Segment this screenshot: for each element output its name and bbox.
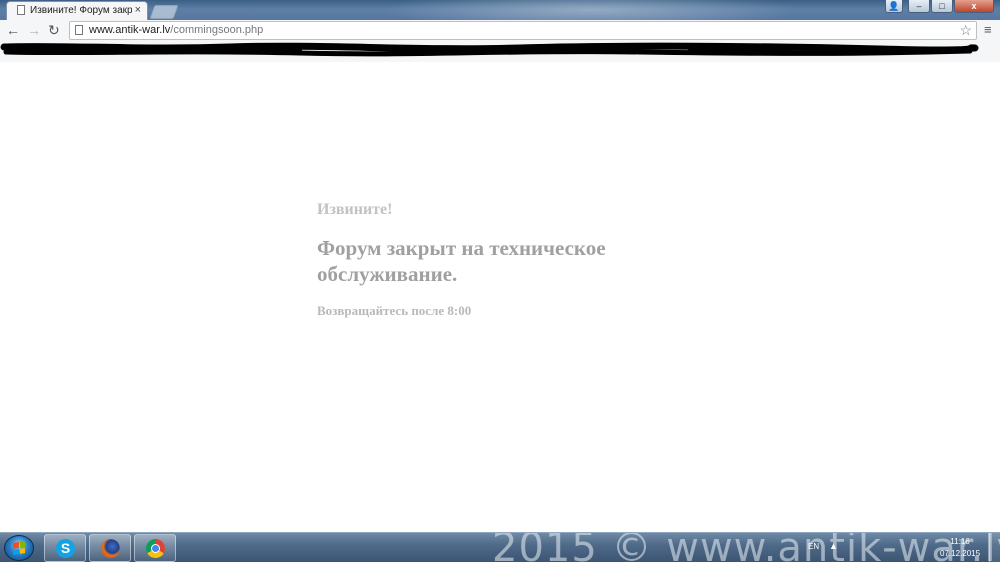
return-time-message: Возвращайтесь после 8:00 — [317, 303, 472, 318]
page-icon — [75, 25, 83, 35]
window-controls: 👤 – □ x — [885, 0, 994, 14]
address-bar[interactable]: www.antik-war.lv/commingsoon.php ☆ — [69, 21, 977, 40]
maintenance-message: Извините! Форум закрыт на техническое об… — [317, 201, 657, 319]
browser-toolbar: ← → ↻ www.antik-war.lv/commingsoon.php ☆… — [0, 20, 1000, 42]
page-icon — [17, 5, 25, 15]
clock-date: 07.12.2015 — [940, 549, 981, 558]
taskbar-app-firefox[interactable] — [89, 534, 131, 562]
chrome-icon — [146, 539, 165, 558]
show-hidden-icons-icon[interactable]: ▲ — [829, 541, 838, 551]
bookmarks-bar — [0, 42, 1000, 63]
url-host: www.antik-war.lv — [89, 24, 171, 36]
firefox-icon — [101, 539, 120, 558]
taskbar-app-chrome[interactable] — [134, 534, 176, 562]
taskbar: S 2015 © www.antik-war.lv EN ▲ 11:16 07.… — [0, 532, 1000, 562]
language-indicator[interactable]: EN — [808, 542, 819, 551]
new-tab-button[interactable] — [149, 5, 179, 19]
minimize-button[interactable]: – — [908, 0, 930, 13]
reload-button[interactable]: ↻ — [48, 23, 60, 37]
browser-title-bar: Извините! Форум закрыт × 👤 – □ x — [0, 0, 1000, 20]
windows-logo-icon — [13, 541, 25, 555]
tab-title: Извините! Форум закрыт — [30, 5, 132, 16]
tab-close-icon[interactable]: × — [135, 4, 141, 16]
clock-time: 11:16 — [950, 537, 970, 546]
system-clock[interactable]: 11:16 07.12.2015 — [940, 536, 980, 560]
bookmark-star-icon[interactable]: ☆ — [959, 22, 972, 39]
user-profile-button[interactable]: 👤 — [885, 0, 903, 13]
forum-closed-headline: Форум закрыт на техническое обслуживание… — [317, 236, 606, 286]
forward-button[interactable]: → — [27, 23, 41, 37]
active-tab[interactable]: Извините! Форум закрыт × — [6, 1, 148, 20]
redaction-scribble — [0, 42, 979, 57]
skype-icon: S — [56, 539, 75, 558]
sorry-heading: Извините! — [317, 201, 393, 218]
browser-menu-icon[interactable]: ≡ — [984, 23, 992, 36]
page-content: Извините! Форум закрыт на техническое об… — [0, 62, 1000, 533]
url-path: /commingsoon.php — [170, 24, 264, 36]
close-window-button[interactable]: x — [954, 0, 994, 13]
watermark: 2015 © www.antik-war.lv — [492, 532, 1000, 562]
taskbar-app-skype[interactable]: S — [44, 534, 86, 562]
maximize-button[interactable]: □ — [931, 0, 953, 13]
show-desktop-button[interactable] — [989, 533, 1000, 562]
back-button[interactable]: ← — [6, 23, 20, 37]
start-button[interactable] — [4, 535, 34, 561]
url-text[interactable]: www.antik-war.lv/commingsoon.php — [89, 24, 263, 36]
